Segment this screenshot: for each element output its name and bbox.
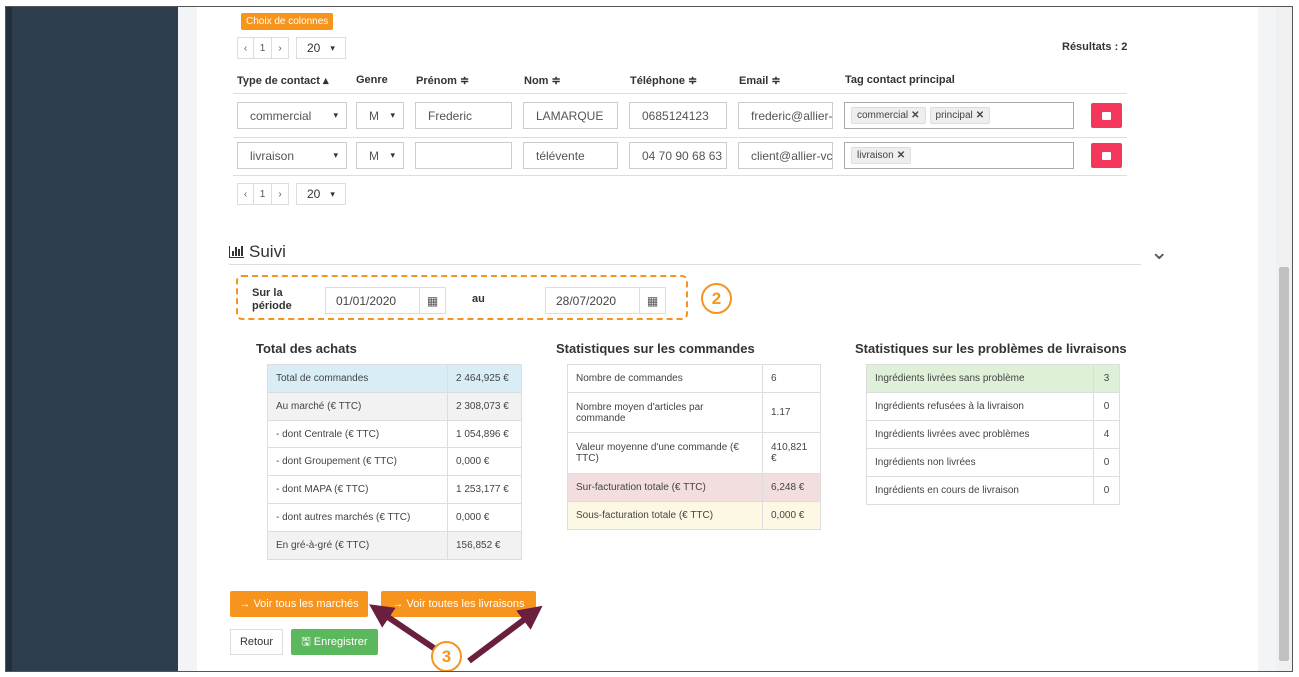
pagination: ‹ 1 › [237, 183, 289, 205]
table-row: En gré-à-gré (€ TTC) 156,852 € [267, 531, 522, 560]
col-header-nom[interactable]: Nom ≑ [524, 74, 561, 87]
pager-bottom: ‹ 1 › 20 ▾ [237, 183, 346, 205]
divider [233, 137, 1127, 138]
voir-marches-button[interactable]: → Voir tous les marchés [230, 591, 368, 617]
chevron-down-icon: ▾ [333, 150, 338, 160]
telephone-input[interactable]: 04 70 90 68 63 [629, 142, 727, 169]
table-row: - dont autres marchés (€ TTC) 0,000 € [267, 503, 522, 532]
table-row: Ingrédients en cours de livraison 0 [866, 476, 1120, 505]
type-select[interactable]: livraison ▾ [237, 142, 347, 169]
delete-row-button[interactable] [1091, 143, 1122, 168]
nom-input[interactable]: LAMARQUE [523, 102, 618, 129]
divider [229, 264, 1141, 265]
period-to-label: au [472, 293, 485, 305]
calendar-icon[interactable]: ▦ [639, 287, 666, 314]
table-row: - dont MAPA (€ TTC) 1 253,177 € [267, 475, 522, 504]
type-select[interactable]: commercial ▾ [237, 102, 347, 129]
remove-tag-icon[interactable]: ✕ [911, 110, 919, 121]
col-header-prenom[interactable]: Prénom ≑ [416, 74, 469, 87]
pagination: ‹ 1 › [237, 37, 289, 59]
current-page[interactable]: 1 [254, 38, 272, 58]
trash-icon [1102, 151, 1111, 160]
table-row: Nombre moyen d'articles par commande 1.17 [567, 392, 821, 433]
achats-table: Total de commandes 2 464,925 € Au marché … [267, 364, 522, 560]
chevron-down-icon: ▾ [333, 110, 338, 120]
chevron-down-icon: ▾ [330, 42, 335, 53]
chevron-down-icon: ▾ [330, 188, 335, 199]
col-header-genre: Genre [356, 74, 388, 86]
remove-tag-icon[interactable]: ✕ [897, 150, 905, 161]
prenom-input[interactable]: Frederic [415, 102, 512, 129]
table-row: Nombre de commandes 6 [567, 364, 821, 393]
retour-button[interactable]: Retour [230, 629, 283, 655]
columns-choice-button[interactable]: Choix de colonnes [241, 13, 334, 30]
table-row: Total de commandes 2 464,925 € [267, 364, 522, 393]
page-size-select[interactable]: 20 ▾ [296, 183, 346, 205]
table-row: Valeur moyenne d'une commande (€ TTC) 410… [567, 432, 821, 474]
trash-icon [1102, 111, 1111, 120]
table-row: Ingrédients livrées sans problème 3 [866, 364, 1120, 393]
chevron-down-icon: ▾ [390, 150, 395, 160]
table-row: Sur-facturation totale (€ TTC) 6,248 € [567, 473, 821, 502]
sidebar [6, 7, 178, 671]
scrollbar-thumb[interactable] [1279, 267, 1289, 661]
table-row: Au marché (€ TTC) 2 308,073 € [267, 392, 522, 421]
period-label: Sur la période [252, 287, 292, 312]
table-row: Sous-facturation totale (€ TTC) 0,000 € [567, 501, 821, 530]
tag-input[interactable]: commercial ✕ principal ✕ [844, 102, 1074, 129]
achats-title: Total des achats [256, 341, 357, 356]
tag-chip: livraison ✕ [851, 147, 912, 164]
table-row: Ingrédients non livrées 0 [866, 448, 1120, 477]
table-row: - dont Centrale (€ TTC) 1 054,896 € [267, 420, 522, 448]
telephone-input[interactable]: 0685124123 [629, 102, 727, 129]
main-content: Choix de colonnes ‹ 1 › 20 ▾ Résultats : … [197, 7, 1258, 671]
prenom-input[interactable] [415, 142, 512, 169]
next-page-button[interactable]: › [272, 38, 288, 58]
bar-chart-icon [229, 246, 244, 258]
table-row: Ingrédients livrées avec problèmes 4 [866, 420, 1120, 449]
results-count: Résultats : 2 [1062, 41, 1128, 53]
pager-top: ‹ 1 › 20 ▾ [237, 37, 346, 59]
collapse-chevron-icon[interactable]: ⌄ [1150, 239, 1168, 265]
tag-chip: commercial ✕ [851, 107, 926, 124]
col-header-type[interactable]: Type de contact ▴ [237, 74, 329, 87]
livraisons-table: Ingrédients livrées sans problème 3 Ingré… [866, 364, 1120, 505]
col-header-email[interactable]: Email ≑ [739, 74, 781, 87]
callout-3: 3 [431, 641, 462, 671]
livraisons-title: Statistiques sur les problèmes de livrai… [855, 341, 1127, 356]
date-from-input[interactable]: 01/01/2020 [325, 287, 420, 314]
email-input[interactable]: client@allier-vc [738, 142, 833, 169]
current-page[interactable]: 1 [254, 184, 272, 204]
tag-chip: principal ✕ [929, 107, 991, 124]
divider [233, 175, 1127, 176]
calendar-icon[interactable]: ▦ [419, 287, 446, 314]
prev-page-button[interactable]: ‹ [238, 38, 254, 58]
arrow-to-livraisons-icon [467, 605, 543, 664]
genre-select[interactable]: M ▾ [356, 102, 404, 129]
suivi-section-title: Suivi [229, 242, 286, 262]
date-to-input[interactable]: 28/07/2020 [545, 287, 640, 314]
browser-frame: Choix de colonnes ‹ 1 › 20 ▾ Résultats : … [5, 6, 1293, 672]
next-page-button[interactable]: › [272, 184, 288, 204]
nom-input[interactable]: télévente [523, 142, 618, 169]
email-input[interactable]: frederic@allier- [738, 102, 833, 129]
col-header-telephone[interactable]: Téléphone ≑ [630, 74, 697, 87]
prev-page-button[interactable]: ‹ [238, 184, 254, 204]
save-icon: 🖫 [301, 635, 311, 648]
chevron-down-icon: ▾ [390, 110, 395, 120]
commandes-table: Nombre de commandes 6 Nombre moyen d'arti… [567, 364, 821, 530]
remove-tag-icon[interactable]: ✕ [976, 110, 984, 121]
genre-select[interactable]: M ▾ [356, 142, 404, 169]
table-row: Ingrédients refusées à la livraison 0 [866, 392, 1120, 421]
table-row: - dont Groupement (€ TTC) 0,000 € [267, 447, 522, 476]
delete-row-button[interactable] [1091, 103, 1122, 128]
col-header-tag: Tag contact principal [845, 74, 955, 86]
callout-2: 2 [701, 283, 732, 314]
scrollbar[interactable] [1276, 7, 1292, 671]
tag-input[interactable]: livraison ✕ [844, 142, 1074, 169]
commandes-title: Statistiques sur les commandes [556, 341, 755, 356]
divider [233, 93, 1127, 94]
page-size-select[interactable]: 20 ▾ [296, 37, 346, 59]
